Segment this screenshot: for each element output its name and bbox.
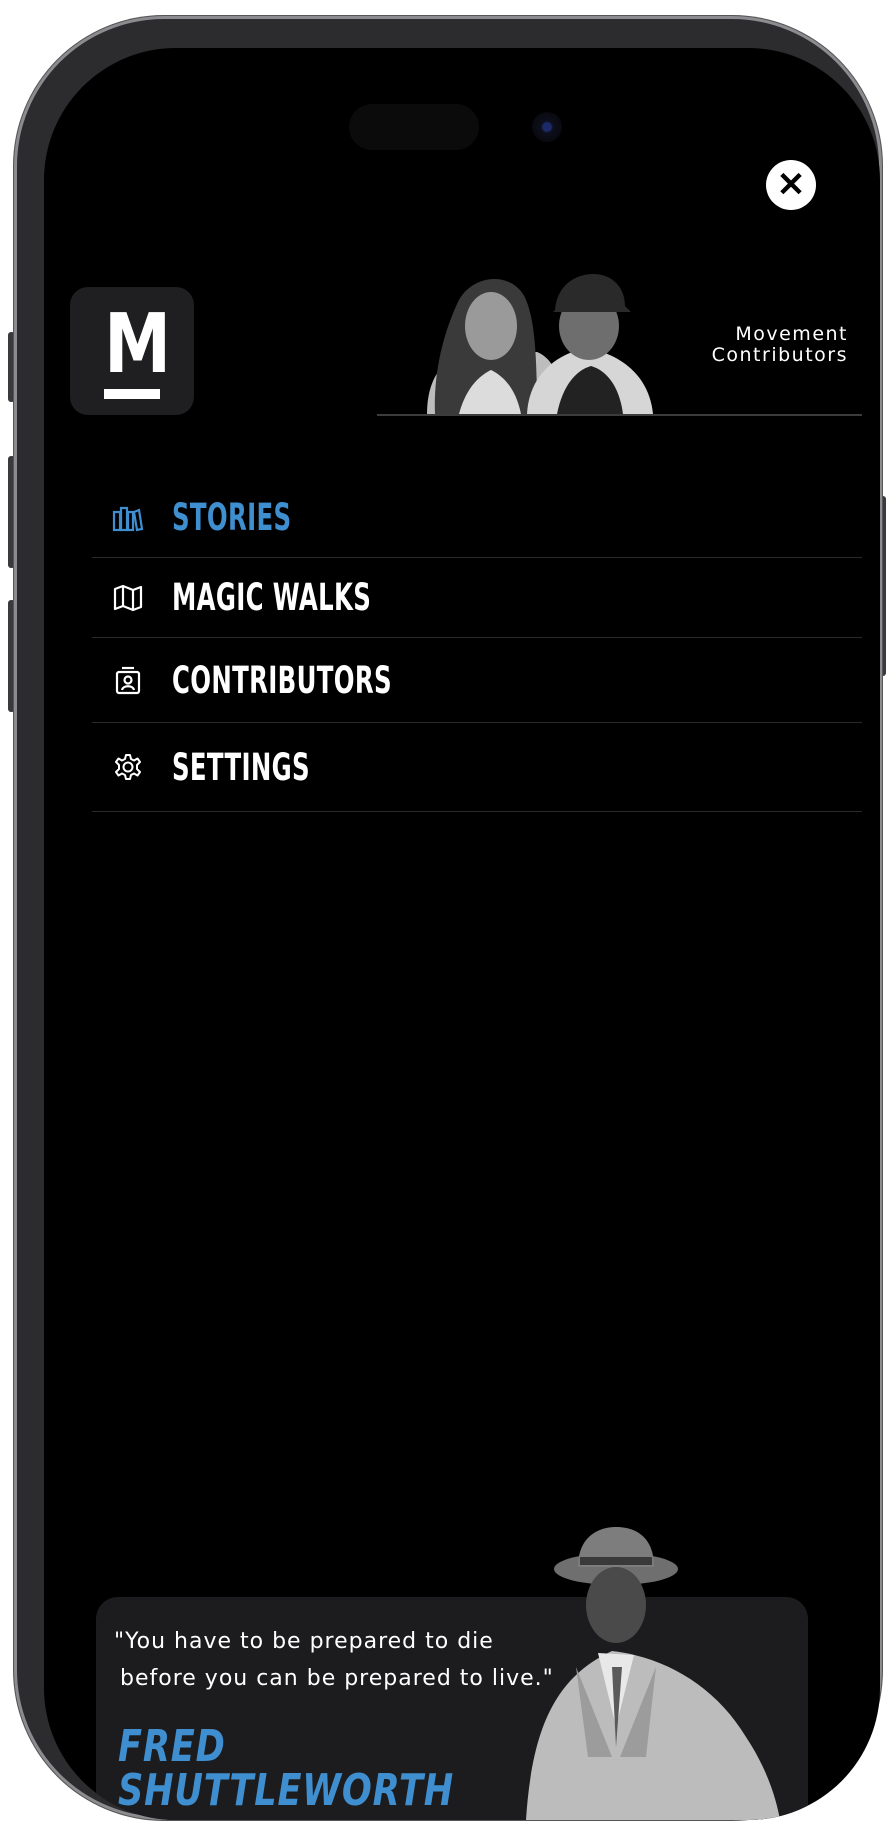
movement-contributors-title: Movement Contributors [712, 324, 848, 366]
menu-item-label: SETTINGS [172, 745, 310, 789]
contact-badge-icon [112, 665, 144, 695]
menu-item-label: MAGIC WALKS [172, 576, 372, 619]
phone-frame: ✕ M Movement Contributors STORIES MAGIC … [14, 16, 882, 1820]
quote-author-last: SHUTTLEWORTH [118, 1765, 455, 1816]
menu-item-stories[interactable]: STORIES [92, 478, 862, 558]
close-button[interactable]: ✕ [766, 160, 816, 210]
menu-item-contributors[interactable]: CONTRIBUTORS [92, 638, 862, 723]
banner-divider [377, 414, 862, 416]
logo-underline [104, 389, 160, 399]
front-camera [532, 112, 562, 142]
menu-item-label: CONTRIBUTORS [172, 658, 392, 702]
menu-item-label: STORIES [172, 496, 292, 539]
app-logo[interactable]: M [70, 287, 194, 415]
map-icon [112, 583, 144, 613]
contributors-title-line2: Contributors [711, 344, 848, 366]
quote-author-portrait [526, 1527, 780, 1820]
quote-author-name: FRED SHUTTLEWORTH [118, 1725, 454, 1813]
quote-author-first: FRED [118, 1721, 226, 1772]
contributors-title-line1: Movement [735, 323, 848, 345]
logo-letter: M [104, 297, 172, 392]
menu-item-settings[interactable]: SETTINGS [92, 723, 862, 812]
gear-icon [112, 752, 144, 782]
quote-card[interactable]: "You have to be prepared to die before y… [96, 1527, 808, 1820]
main-menu: STORIES MAGIC WALKS CONTRIBUTORS SETTING… [92, 478, 862, 812]
dynamic-island [349, 104, 479, 150]
books-icon [112, 503, 144, 533]
app-screen: ✕ M Movement Contributors STORIES MAGIC … [44, 48, 880, 1820]
close-icon: ✕ [776, 166, 806, 204]
movement-contributors-banner[interactable]: Movement Contributors [377, 266, 862, 416]
contributors-portraits-image [427, 274, 653, 414]
menu-item-magic-walks[interactable]: MAGIC WALKS [92, 558, 862, 638]
